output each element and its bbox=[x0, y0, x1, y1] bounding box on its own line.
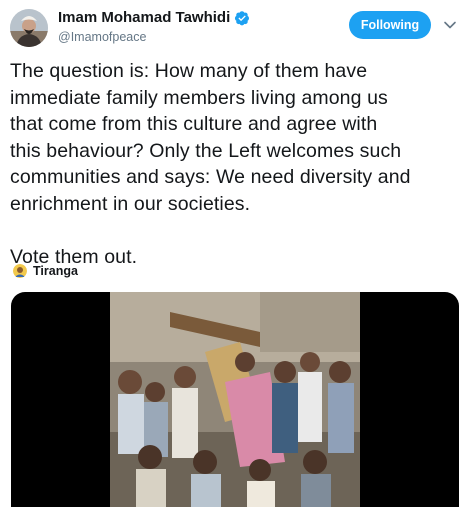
author-handle[interactable]: @Imamofpeace bbox=[58, 30, 146, 44]
following-button[interactable]: Following bbox=[349, 11, 431, 39]
media-source-row[interactable]: Tiranga bbox=[13, 264, 78, 278]
video-frame bbox=[110, 292, 360, 507]
tweet-line: that come from this culture and agree wi… bbox=[10, 113, 378, 135]
author-name-row[interactable]: Imam Mohamad Tawhidi bbox=[58, 9, 250, 26]
author-avatar[interactable] bbox=[10, 9, 48, 47]
tweet-line: enrichment in our societies. bbox=[10, 192, 251, 215]
tweet-line: this behaviour? Only the Left welcomes s… bbox=[10, 139, 402, 162]
tweet-closing-line: Vote them out. bbox=[10, 245, 138, 268]
verified-badge-icon bbox=[235, 10, 250, 25]
author-display-name[interactable]: Imam Mohamad Tawhidi bbox=[58, 9, 230, 26]
video-player[interactable] bbox=[11, 292, 459, 507]
tweet-line: immediate family members living among us bbox=[10, 86, 388, 109]
source-avatar bbox=[13, 264, 27, 278]
source-name[interactable]: Tiranga bbox=[33, 264, 78, 278]
tweet-line: communities and says: We need diversity … bbox=[10, 166, 411, 188]
tweet-line: The question is: How many of them have bbox=[10, 60, 368, 82]
chevron-down-icon[interactable] bbox=[443, 18, 457, 32]
tweet-text: The question is: How many of them have i… bbox=[10, 58, 465, 270]
